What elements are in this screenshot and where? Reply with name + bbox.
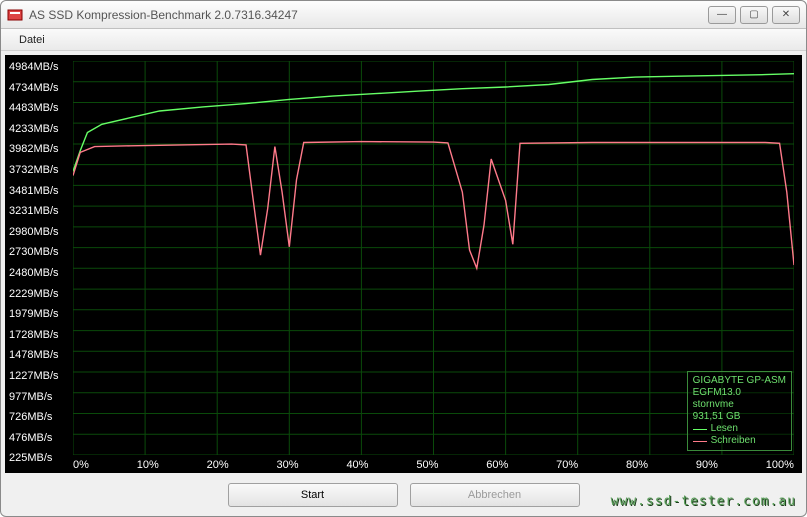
legend-device1: GIGABYTE GP-ASM	[693, 375, 786, 387]
cancel-button[interactable]: Abbrechen	[410, 483, 580, 507]
y-tick-label: 3982MB/s	[9, 139, 59, 160]
legend: GIGABYTE GP-ASM EGFM13.0 stornvme 931,51…	[687, 371, 792, 451]
x-tick-label: 40%	[346, 459, 368, 471]
start-button[interactable]: Start	[228, 483, 398, 507]
maximize-button[interactable]: ▢	[740, 6, 768, 24]
button-bar: Start Abbrechen www.ssd-tester.com.au	[1, 477, 806, 513]
x-tick-label: 30%	[277, 459, 299, 471]
x-tick-label: 0%	[73, 459, 89, 471]
x-tick-label: 50%	[416, 459, 438, 471]
y-tick-label: 726MB/s	[9, 407, 59, 428]
app-window: AS SSD Kompression-Benchmark 2.0.7316.34…	[0, 0, 807, 517]
y-tick-label: 2730MB/s	[9, 242, 59, 263]
legend-read-swatch	[693, 429, 707, 430]
x-tick-label: 70%	[556, 459, 578, 471]
titlebar: AS SSD Kompression-Benchmark 2.0.7316.34…	[1, 1, 806, 29]
watermark: www.ssd-tester.com.au	[611, 494, 796, 509]
y-tick-label: 4734MB/s	[9, 78, 59, 99]
chart-area: 4984MB/s4734MB/s4483MB/s4233MB/s3982MB/s…	[5, 55, 802, 473]
app-icon	[7, 7, 23, 23]
minimize-button[interactable]: —	[708, 6, 736, 24]
y-tick-label: 3732MB/s	[9, 160, 59, 181]
menu-file[interactable]: Datei	[11, 32, 53, 48]
x-tick-label: 80%	[626, 459, 648, 471]
legend-write-label: Schreiben	[711, 435, 756, 447]
y-tick-label: 225MB/s	[9, 448, 59, 469]
y-tick-label: 977MB/s	[9, 387, 59, 408]
legend-write-swatch	[693, 441, 707, 442]
x-tick-label: 10%	[137, 459, 159, 471]
x-tick-label: 60%	[486, 459, 508, 471]
x-tick-label: 100%	[766, 459, 794, 471]
y-tick-label: 2980MB/s	[9, 222, 59, 243]
close-button[interactable]: ✕	[772, 6, 800, 24]
x-tick-label: 20%	[207, 459, 229, 471]
y-tick-label: 4984MB/s	[9, 57, 59, 78]
y-tick-label: 3481MB/s	[9, 181, 59, 202]
x-tick-label: 90%	[696, 459, 718, 471]
legend-device4: 931,51 GB	[693, 411, 786, 423]
y-tick-label: 476MB/s	[9, 428, 59, 449]
legend-read-label: Lesen	[711, 423, 738, 435]
window-buttons: — ▢ ✕	[708, 6, 800, 24]
legend-read-row: Lesen	[693, 423, 786, 435]
y-tick-label: 3231MB/s	[9, 201, 59, 222]
y-tick-label: 2229MB/s	[9, 284, 59, 305]
window-title: AS SSD Kompression-Benchmark 2.0.7316.34…	[29, 8, 708, 22]
y-tick-label: 1478MB/s	[9, 345, 59, 366]
y-tick-label: 2480MB/s	[9, 263, 59, 284]
y-tick-label: 1728MB/s	[9, 325, 59, 346]
x-axis-labels: 0% 10% 20% 30% 40% 50% 60% 70% 80% 90% 100%	[73, 459, 794, 471]
legend-device2: EGFM13.0	[693, 387, 786, 399]
legend-device3: stornvme	[693, 399, 786, 411]
y-tick-label: 1979MB/s	[9, 304, 59, 325]
y-tick-label: 4233MB/s	[9, 119, 59, 140]
y-tick-label: 4483MB/s	[9, 98, 59, 119]
y-tick-label: 1227MB/s	[9, 366, 59, 387]
y-axis-labels: 4984MB/s4734MB/s4483MB/s4233MB/s3982MB/s…	[9, 57, 59, 469]
menubar: Datei	[1, 29, 806, 51]
legend-write-row: Schreiben	[693, 435, 786, 447]
